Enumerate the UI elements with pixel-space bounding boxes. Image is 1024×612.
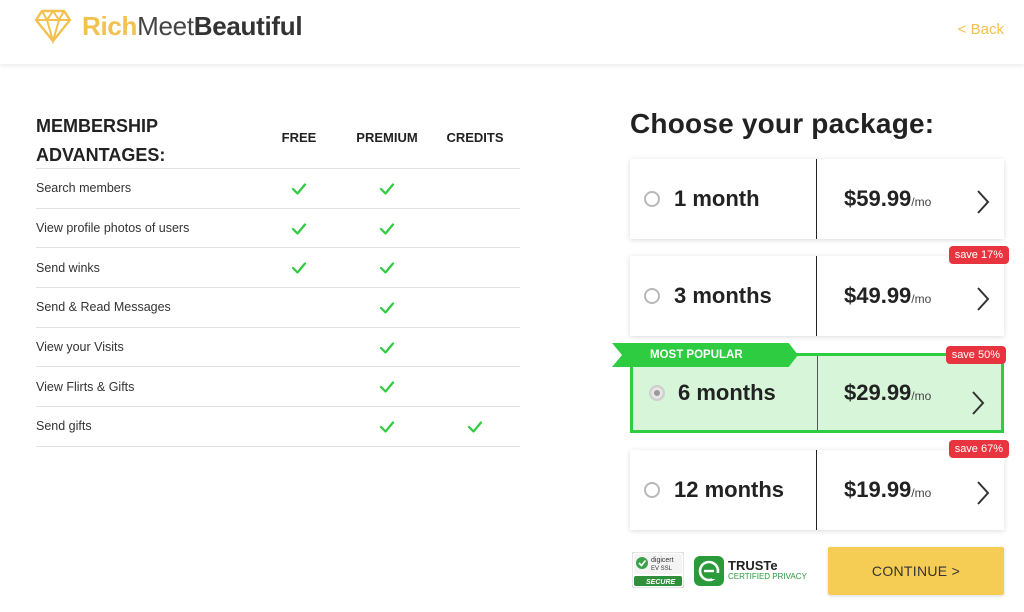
advantages-rows: Search members View profile photos of use… — [36, 168, 520, 447]
package-1-month[interactable]: 1 month $59.99/mo — [630, 159, 1004, 239]
package-per-month: /mo — [911, 486, 932, 500]
advantages-title-line2: ADVANTAGES: — [36, 145, 166, 165]
check-icon-free — [291, 223, 307, 235]
package-name: 3 months — [674, 283, 772, 308]
column-premium: PREMIUM — [356, 130, 418, 145]
save-badge: save 17% — [948, 246, 1009, 264]
advantage-row: Search members — [36, 169, 520, 209]
logo-beautiful: Beautiful — [193, 10, 303, 41]
package-divider — [816, 450, 817, 530]
package-price-value: $49.99 — [844, 283, 912, 308]
package-divider — [816, 159, 817, 239]
save-badge: save 67% — [948, 440, 1009, 458]
check-icon-premium — [379, 183, 395, 195]
package-name: 6 months — [678, 380, 776, 405]
advantage-row: View Flirts & Gifts — [36, 367, 520, 408]
advantage-label: Send & Read Messages — [36, 300, 171, 315]
chevron-right-icon — [977, 190, 990, 214]
package-price-value: $19.99 — [844, 477, 912, 502]
chevron-right-icon — [977, 481, 990, 505]
package-name: 1 month — [674, 186, 760, 211]
package-radio[interactable] — [644, 191, 660, 207]
advantage-row: Send winks — [36, 248, 520, 289]
check-icon-premium — [379, 381, 395, 394]
advantage-row: Send & Read Messages — [36, 288, 520, 328]
digicert-badge[interactable]: digicert EV SSL SECURE — [632, 552, 684, 588]
check-icon-free — [291, 262, 307, 274]
logo[interactable]: RichMeetBeautiful — [34, 8, 303, 44]
package-price: $29.99/mo — [844, 380, 931, 406]
truste-text: TRUSTe CERTIFIED PRIVACY — [728, 558, 807, 582]
package-divider — [817, 356, 818, 430]
check-icon-free — [291, 183, 307, 195]
digicert-line2: EV SSL — [651, 566, 673, 572]
truste-badge[interactable]: TRUSTe CERTIFIED PRIVACY — [694, 556, 807, 586]
truste-name: TRUSTe — [728, 558, 778, 573]
choose-package-title: Choose your package: — [630, 108, 935, 139]
column-free: FREE — [281, 130, 317, 145]
chevron-right-icon — [977, 287, 990, 311]
package-name: 12 months — [674, 477, 785, 502]
package-3-months[interactable]: save 17% 3 months $49.99/mo — [630, 246, 1009, 336]
continue-button[interactable]: CONTINUE > — [828, 547, 1004, 595]
package-price: $49.99/mo — [844, 283, 931, 309]
advantages-title: MEMBERSHIP ADVANTAGES: — [36, 112, 216, 170]
column-credits: CREDITS — [446, 130, 504, 145]
package-per-month: /mo — [911, 195, 932, 209]
advantage-label: Send gifts — [36, 419, 92, 434]
most-popular-ribbon: MOST POPULAR — [612, 343, 798, 367]
advantage-label: View profile photos of users — [36, 221, 190, 236]
advantage-row: Send gifts — [36, 407, 520, 447]
advantage-row: View profile photos of users — [36, 209, 520, 249]
truste-icon — [694, 556, 724, 586]
digicert-line3: SECURE — [646, 579, 676, 586]
check-icon-premium — [379, 262, 395, 274]
package-price: $19.99/mo — [844, 477, 931, 503]
package-price: $59.99/mo — [844, 186, 931, 212]
advantage-label: View Flirts & Gifts — [36, 379, 135, 394]
advantage-label: Send winks — [36, 260, 100, 275]
digicert-line1: digicert — [651, 557, 674, 564]
check-icon-premium — [379, 421, 395, 433]
back-link[interactable]: < Back — [958, 21, 1004, 38]
package-radio-selected[interactable] — [649, 385, 665, 401]
truste-subtitle: CERTIFIED PRIVACY — [728, 572, 807, 581]
advantages-title-line1: MEMBERSHIP — [36, 116, 159, 136]
logo-wordmark: RichMeetBeautiful — [82, 10, 303, 42]
header: RichMeetBeautiful < Back — [0, 0, 1024, 64]
advantage-label: View your Visits — [36, 340, 124, 355]
package-radio[interactable] — [644, 288, 660, 304]
logo-meet: Meet — [137, 10, 194, 41]
package-12-months[interactable]: save 67% 12 months $19.99/mo — [630, 440, 1009, 530]
advantage-row: View your Visits — [36, 328, 520, 368]
package-price-value: $59.99 — [844, 186, 912, 211]
package-divider — [816, 256, 817, 336]
save-badge: save 50% — [945, 346, 1006, 364]
package-per-month: /mo — [911, 292, 932, 306]
diamond-icon — [34, 9, 72, 44]
package-per-month: /mo — [911, 389, 932, 403]
package-radio[interactable] — [644, 482, 660, 498]
advantage-label: Search members — [36, 181, 132, 196]
check-icon-premium — [379, 302, 395, 314]
package-price-value: $29.99 — [844, 380, 912, 405]
check-icon-premium — [379, 223, 395, 235]
check-icon-premium — [379, 342, 395, 354]
check-icon-credits — [467, 421, 483, 433]
chevron-right-icon — [972, 391, 985, 415]
logo-rich: Rich — [82, 10, 138, 41]
